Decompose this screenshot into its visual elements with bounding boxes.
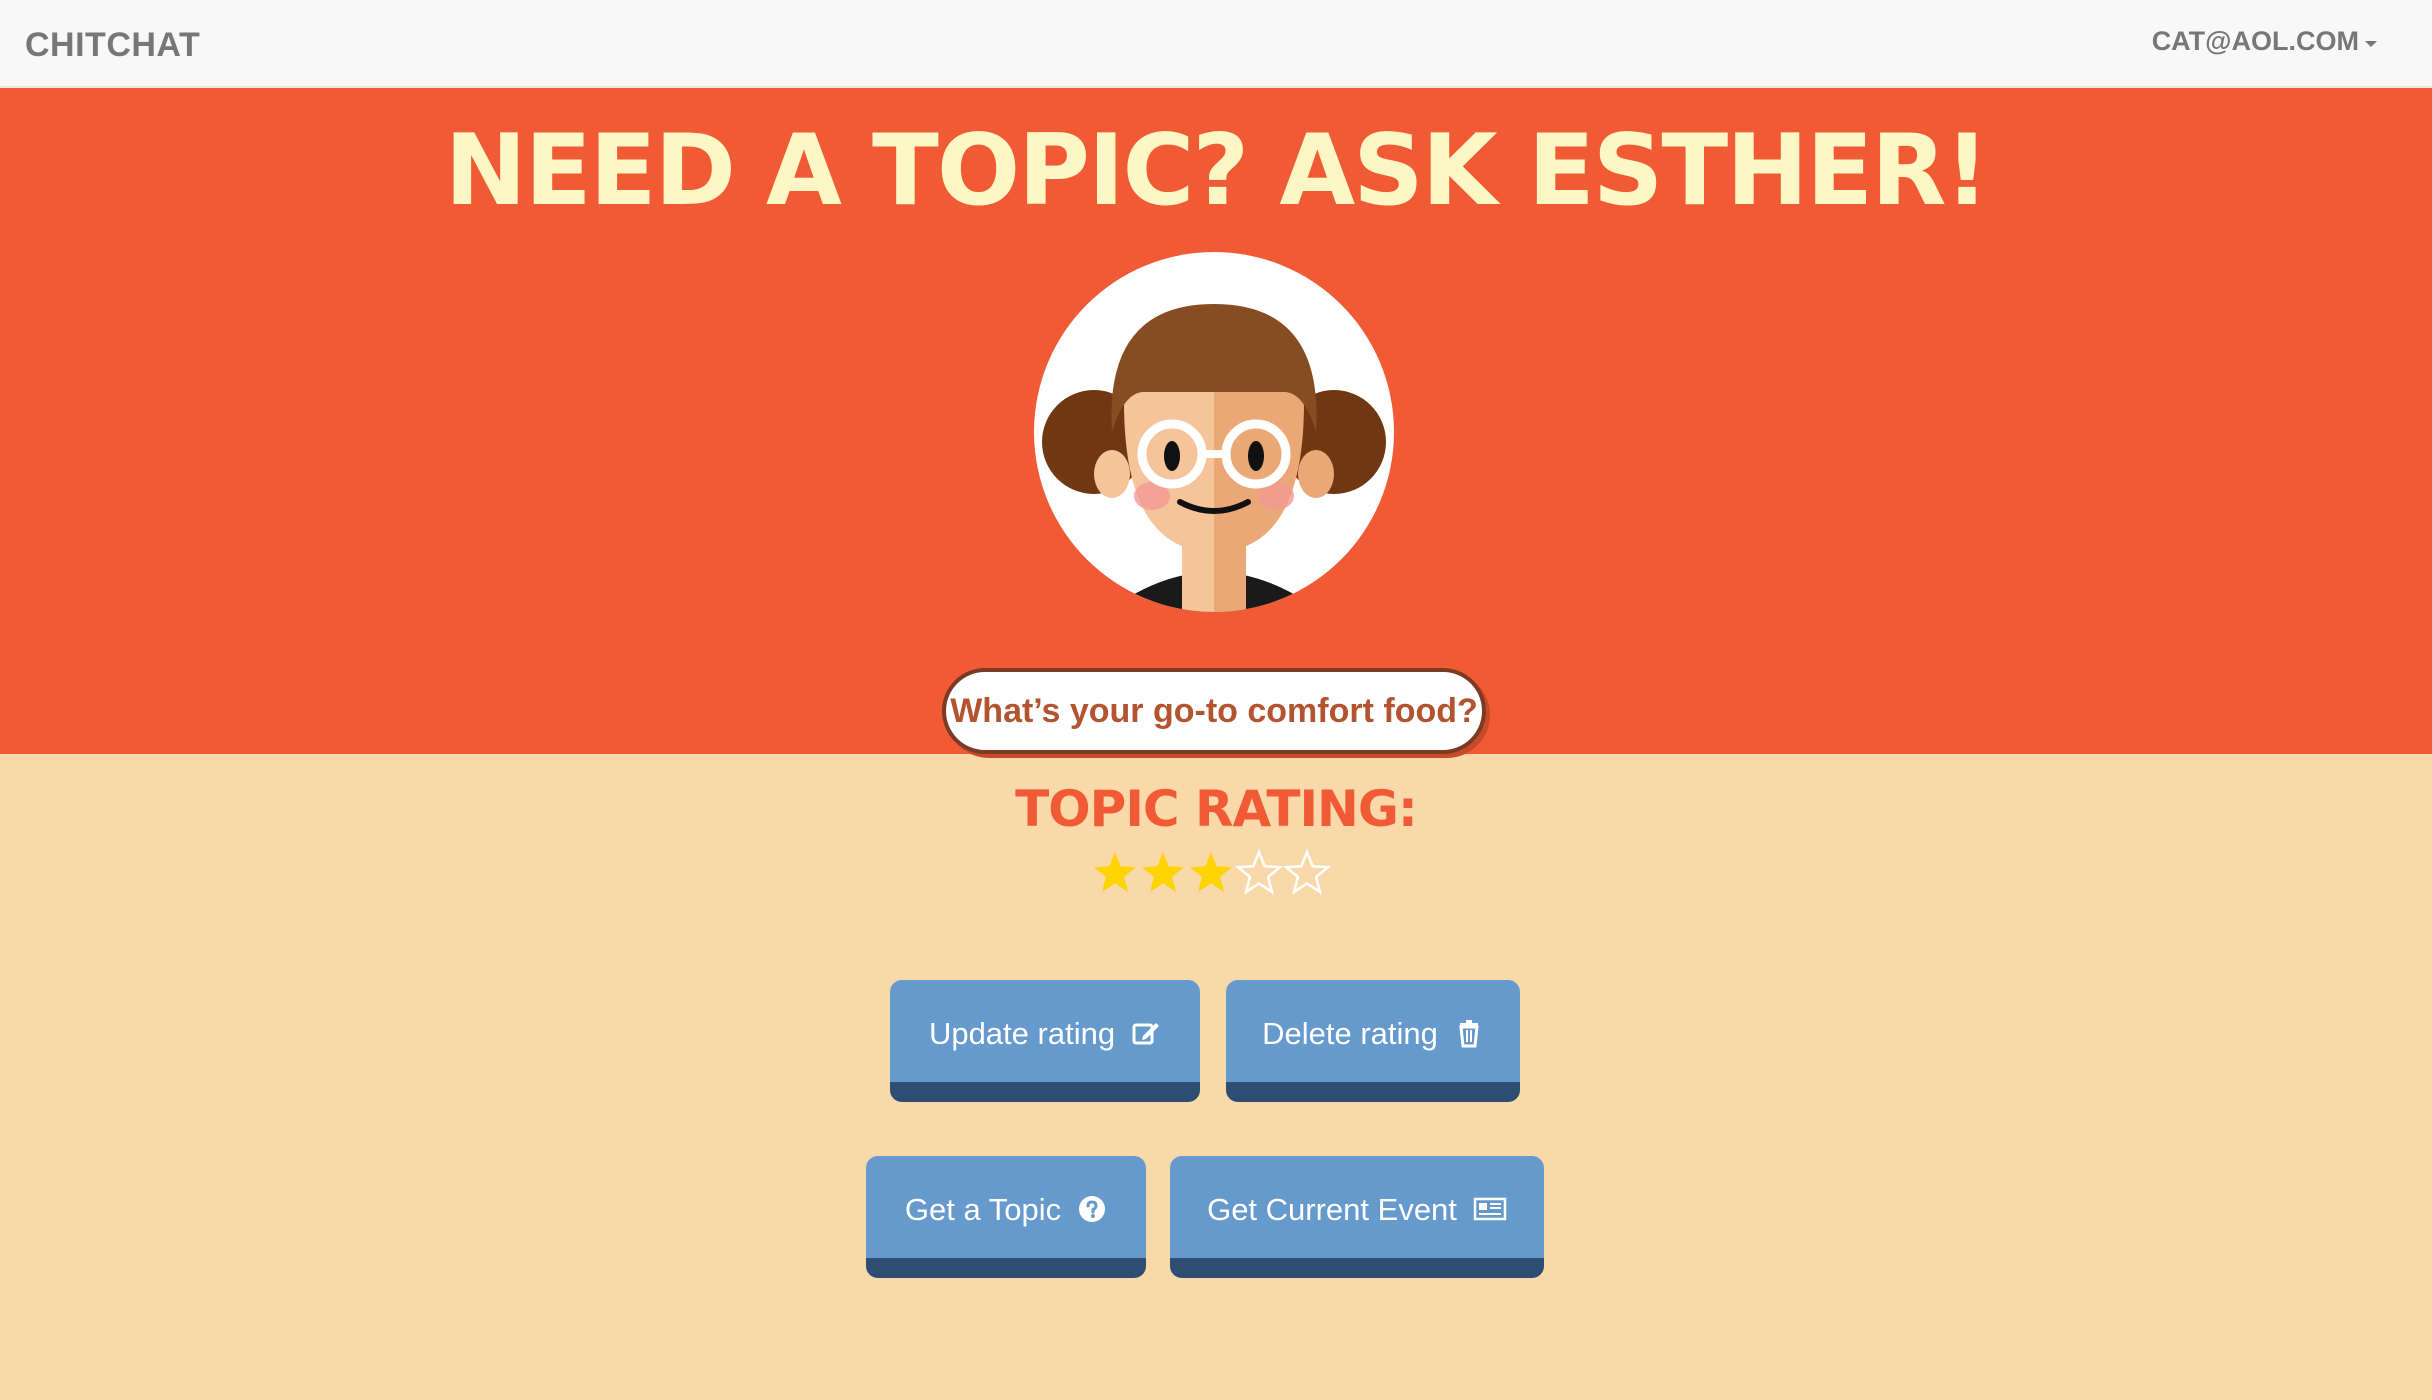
star-empty-icon[interactable] bbox=[1234, 848, 1284, 898]
brand-logo[interactable]: CHITCHAT bbox=[25, 26, 200, 65]
delete-rating-button[interactable]: Delete rating bbox=[1226, 980, 1520, 1102]
caret-down-icon[interactable] bbox=[2365, 40, 2377, 47]
topic-bubble: What’s your go-to comfort food? bbox=[942, 668, 1486, 754]
question-circle-icon bbox=[1079, 1196, 1106, 1222]
update-rating-button[interactable]: Update rating bbox=[890, 980, 1200, 1102]
hero-section: Need a Topic? Ask Esther! bbox=[0, 88, 2432, 754]
page-title: Need a Topic? Ask Esther! bbox=[444, 114, 1990, 228]
star-empty-icon[interactable] bbox=[1282, 848, 1332, 898]
update-rating-label: Update rating bbox=[928, 1016, 1116, 1051]
get-topic-button[interactable]: Get a Topic bbox=[866, 1156, 1146, 1278]
get-current-event-button[interactable]: Get Current Event bbox=[1170, 1156, 1544, 1278]
rating-title: Topic Rating: bbox=[1015, 780, 1418, 838]
star-filled-icon[interactable] bbox=[1186, 848, 1236, 898]
newspaper-icon bbox=[1473, 1197, 1507, 1221]
user-menu-dropdown[interactable]: CAT@AOL.COM bbox=[2152, 26, 2377, 57]
star-filled-icon[interactable] bbox=[1090, 848, 1140, 898]
navbar: CHITCHAT CAT@AOL.COM bbox=[0, 0, 2432, 88]
user-email[interactable]: CAT@AOL.COM bbox=[2152, 26, 2359, 57]
edit-icon bbox=[1132, 1023, 1160, 1045]
get-topic-label: Get a Topic bbox=[904, 1192, 1062, 1227]
delete-rating-label: Delete rating bbox=[1262, 1016, 1438, 1051]
get-current-event-label: Get Current Event bbox=[1207, 1192, 1457, 1227]
esther-avatar bbox=[1034, 252, 1394, 612]
trash-icon bbox=[1459, 1020, 1479, 1048]
star-filled-icon[interactable] bbox=[1138, 848, 1188, 898]
star-rating[interactable] bbox=[1090, 848, 1332, 898]
